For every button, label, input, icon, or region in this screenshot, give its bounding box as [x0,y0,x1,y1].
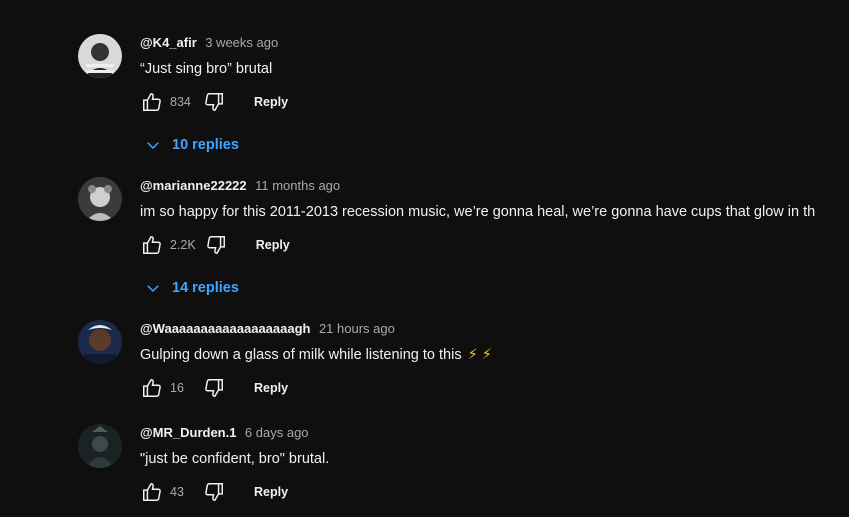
like-count: 834 [170,95,191,109]
comment-text: im so happy for this 2011-2013 recession… [140,204,816,220]
comment-header: @marianne22222 11 months ago [140,177,849,195]
view-replies-button[interactable]: 10 replies [144,132,849,158]
dislike-icon[interactable] [202,90,226,114]
comment-body: @marianne22222 11 months ago im so happy… [140,177,849,301]
comment-text-content: Gulping down a glass of milk while liste… [140,347,462,363]
dislike-icon[interactable] [202,480,226,504]
comment-author[interactable]: @Waaaaaaaaaaaaaaaaaagh [140,321,311,336]
like-icon[interactable] [140,480,164,504]
comment-header: @Waaaaaaaaaaaaaaaaaagh 21 hours ago [140,320,849,338]
comment-text: "just be confident, bro" brutal. [140,451,330,467]
chevron-down-icon [147,285,159,293]
like-count: 43 [170,485,184,499]
comment-text: Gulping down a glass of milk while liste… [140,345,849,365]
like-count: 16 [170,381,184,395]
avatar[interactable] [78,34,122,78]
view-replies-button[interactable]: 14 replies [144,275,849,301]
comment-body: @MR_Durden.1 6 days ago "just be confide… [140,424,849,505]
comment-time[interactable]: 3 weeks ago [205,35,278,50]
avatar[interactable] [78,177,122,221]
comment-author[interactable]: @marianne22222 [140,178,247,193]
replies-label: 10 replies [172,137,239,153]
comment-body: @K4_afir 3 weeks ago “Just sing bro” bru… [140,34,849,158]
lightning-emoji: ⚡ ⚡ [467,347,492,363]
reply-button[interactable]: Reply [254,381,288,395]
reply-button[interactable]: Reply [256,238,290,252]
replies-label: 14 replies [172,280,239,296]
comment-actions: 43 Reply [140,479,849,505]
comment-body: @Waaaaaaaaaaaaaaaaaagh 21 hours ago Gulp… [140,320,849,401]
comment-time[interactable]: 6 days ago [245,425,309,440]
like-icon[interactable] [140,90,164,114]
comment-header: @K4_afir 3 weeks ago [140,34,849,52]
comment-time[interactable]: 21 hours ago [319,321,395,336]
dislike-icon[interactable] [204,233,228,257]
comment-header: @MR_Durden.1 6 days ago [140,424,849,442]
comment-actions: 834 Reply [140,89,849,115]
reply-button[interactable]: Reply [254,485,288,499]
avatar[interactable] [78,320,122,364]
comment-actions: 2.2K Reply [140,232,849,258]
reply-button[interactable]: Reply [254,95,288,109]
comment-text: “Just sing bro” brutal [140,61,273,77]
comment-time[interactable]: 11 months ago [255,178,340,193]
comment-author[interactable]: @K4_afir [140,35,197,50]
chevron-down-icon [147,142,159,150]
comment-author[interactable]: @MR_Durden.1 [140,425,236,440]
comment-actions: 16 Reply [140,375,849,401]
like-icon[interactable] [140,376,164,400]
avatar[interactable] [78,424,122,468]
like-icon[interactable] [140,233,164,257]
dislike-icon[interactable] [202,376,226,400]
like-count: 2.2K [170,238,196,252]
